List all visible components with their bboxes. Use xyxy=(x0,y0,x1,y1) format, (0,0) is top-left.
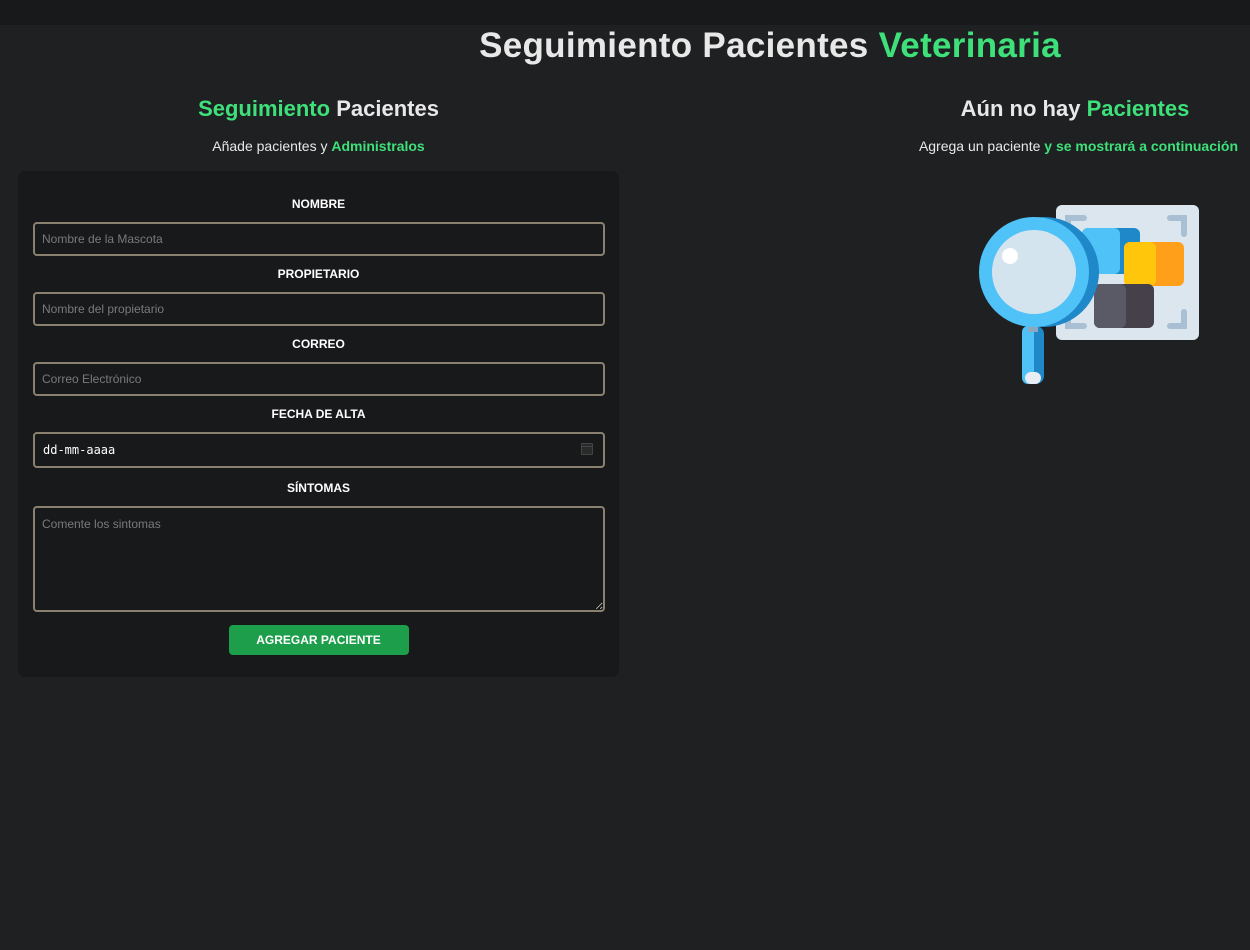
calendar-icon[interactable] xyxy=(581,443,593,455)
page-title-part1: Seguimiento Pacientes xyxy=(479,26,869,65)
form-section-title-part2: Pacientes xyxy=(336,96,439,121)
page-title-accent: Veterinaria xyxy=(878,26,1061,65)
magnifier-search-icon xyxy=(979,205,1199,384)
form-section-title-accent: Seguimiento xyxy=(198,96,331,121)
sintomas-textarea[interactable] xyxy=(33,506,605,612)
fecha-input[interactable]: dd-mm-aaaa xyxy=(33,432,605,468)
list-section-subtitle-part1: Agrega un paciente xyxy=(918,138,1041,154)
form-section: Seguimiento Pacientes Añade pacientes y … xyxy=(18,96,619,677)
list-section-title: Aún no hay Pacientes xyxy=(900,96,1250,122)
fecha-label: Fecha de Alta xyxy=(271,407,366,421)
nombre-label: Nombre xyxy=(291,197,346,211)
sintomas-label: Síntomas xyxy=(286,481,351,495)
correo-input[interactable] xyxy=(33,362,605,396)
nombre-input[interactable] xyxy=(33,222,605,256)
list-section-subtitle-accent: y se mostrará a continuación xyxy=(1044,138,1238,154)
page-title: Seguimiento Pacientes Veterinaria xyxy=(0,26,1250,66)
list-section-title-accent: Pacientes xyxy=(1086,96,1190,121)
form-section-subtitle: Añade pacientes y Administralos xyxy=(18,138,619,154)
fecha-value[interactable]: dd-mm-aaaa xyxy=(33,432,605,468)
patients-list-section: Aún no hay Pacientes Agrega un paciente … xyxy=(900,96,1250,154)
form-section-title: Seguimiento Pacientes xyxy=(18,96,619,122)
agregar-paciente-button[interactable]: Agregar Paciente xyxy=(228,625,409,655)
patient-form: Nombre Propietario Correo Fecha de Alta … xyxy=(18,171,619,677)
top-bar xyxy=(0,0,1250,25)
form-section-subtitle-part1: Añade pacientes y xyxy=(212,138,328,154)
list-section-subtitle: Agrega un paciente y se mostrará a conti… xyxy=(900,138,1250,154)
form-section-subtitle-accent: Administralos xyxy=(331,138,425,154)
correo-label: Correo xyxy=(292,337,345,351)
list-section-title-part1: Aún no hay xyxy=(960,96,1081,121)
propietario-input[interactable] xyxy=(33,292,605,326)
propietario-label: Propietario xyxy=(277,267,360,281)
